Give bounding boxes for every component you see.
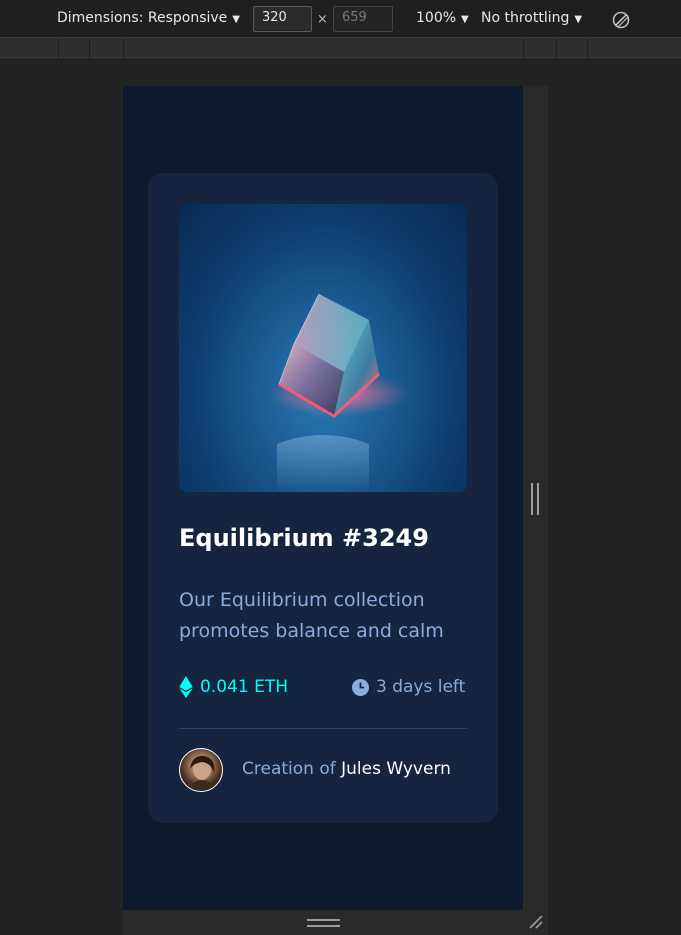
media-query-ruler[interactable] — [0, 38, 681, 58]
card-divider — [179, 728, 467, 729]
zoom-label: 100% — [416, 10, 457, 26]
creator-avatar-image — [188, 755, 216, 791]
throttling-dropdown[interactable]: No throttling ▼ — [481, 10, 582, 26]
clock-icon — [352, 679, 369, 696]
resize-handle-icon[interactable] — [307, 919, 340, 927]
cube-illustration — [269, 293, 409, 492]
price-value: 0.041 ETH — [200, 677, 288, 697]
zoom-dropdown[interactable]: 100% ▼ — [416, 10, 469, 26]
throttling-label: No throttling — [481, 10, 570, 26]
chevron-down-icon: ▼ — [461, 14, 469, 25]
rotate-icon[interactable] — [612, 11, 630, 29]
times-icon: × — [317, 12, 328, 27]
avatar — [179, 748, 223, 792]
resize-handle-icon[interactable] — [531, 483, 539, 515]
chevron-down-icon: ▼ — [232, 14, 240, 25]
creator-prefix: Creation of — [242, 759, 336, 779]
device-toolbar: Dimensions: Responsive ▼ 320 × 659 100% ▼ … — [0, 0, 681, 38]
creator-line: Creation of Jules Wyvern — [242, 759, 451, 779]
width-input[interactable]: 320 — [253, 6, 312, 32]
nft-image[interactable] — [179, 204, 467, 492]
chevron-down-icon: ▼ — [574, 14, 583, 25]
height-input[interactable]: 659 — [333, 6, 393, 32]
nft-title[interactable]: Equilibrium #3249 — [179, 524, 429, 552]
creator-name-link[interactable]: Jules Wyvern — [341, 759, 451, 779]
time-left-value: 3 days left — [376, 677, 466, 697]
dimensions-label: Dimensions: Responsive — [57, 10, 228, 26]
ethereum-icon — [179, 676, 193, 698]
nft-description: Our Equilibrium collection promotes bala… — [179, 589, 444, 642]
corner-resize-icon[interactable] — [528, 914, 544, 930]
dimensions-dropdown[interactable]: Dimensions: Responsive ▼ — [57, 10, 240, 26]
